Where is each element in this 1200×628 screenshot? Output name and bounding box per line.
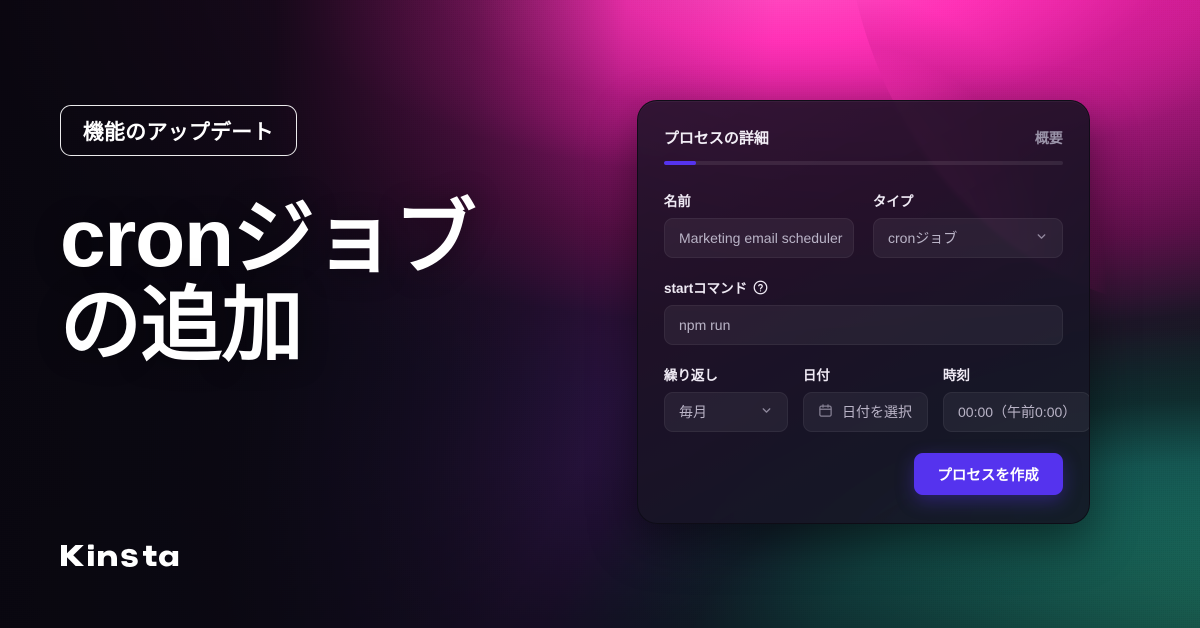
start-command-field-group: startコマンド npm run (664, 277, 1063, 345)
kinsta-wordmark-icon (61, 544, 179, 567)
name-input[interactable]: Marketing email scheduler (664, 218, 854, 258)
date-picker[interactable]: 日付を選択 (803, 392, 928, 432)
help-circle-icon[interactable] (753, 280, 768, 295)
type-select-value: cronジョブ (888, 230, 958, 246)
type-field-group: タイプ cronジョブ (873, 190, 1063, 258)
headline-line-2: の追加 (60, 279, 304, 371)
calendar-icon (818, 403, 833, 421)
card-title: プロセスの詳細 (664, 130, 770, 147)
start-command-input[interactable]: npm run (664, 305, 1063, 345)
progress-bar-fill (664, 161, 696, 165)
process-details-card: プロセスの詳細 概要 名前 Marketing email scheduler … (637, 100, 1090, 524)
page-title: cronジョブ の追加 (60, 193, 476, 371)
card-header: プロセスの詳細 概要 (664, 127, 1063, 148)
date-field-group: 日付 日付を選択 (803, 364, 928, 432)
repeat-select[interactable]: 毎月 (664, 392, 788, 432)
card-actions: プロセスを作成 (664, 453, 1063, 495)
time-field-group: 時刻 00:00（午前0:00） (943, 364, 1089, 432)
progress-bar (664, 161, 1063, 165)
type-select[interactable]: cronジョブ (873, 218, 1063, 258)
name-label: 名前 (664, 194, 691, 209)
date-label: 日付 (803, 368, 830, 383)
kinsta-logo: Kinsta (60, 535, 210, 569)
type-label: タイプ (873, 194, 914, 209)
start-command-label-text: startコマンド (664, 281, 748, 296)
chevron-down-icon (1035, 230, 1048, 246)
repeat-select-value: 毎月 (679, 404, 707, 420)
date-picker-value: 日付を選択 (842, 404, 912, 420)
repeat-label: 繰り返し (664, 368, 718, 383)
feature-update-badge: 機能のアップデート (60, 105, 297, 156)
name-field-group: 名前 Marketing email scheduler (664, 190, 854, 258)
headline-line-1: cronジョブ (60, 193, 476, 284)
create-process-button[interactable]: プロセスを作成 (913, 453, 1063, 495)
schedule-row: 繰り返し 毎月 日付 日付を選択 時刻 00:00（午前0:00） (664, 364, 1089, 432)
time-label: 時刻 (943, 368, 970, 383)
time-input[interactable]: 00:00（午前0:00） (943, 392, 1089, 432)
name-type-row: 名前 Marketing email scheduler タイプ cronジョブ (664, 190, 1063, 258)
promo-banner: 機能のアップデート cronジョブ の追加 プロセスの詳細 概要 名前 Mark… (0, 0, 1200, 628)
repeat-field-group: 繰り返し 毎月 (664, 364, 788, 432)
start-command-label: startコマンド (664, 277, 1063, 297)
overview-link[interactable]: 概要 (1035, 128, 1063, 148)
hero-text-column: 機能のアップデート cronジョブ の追加 (60, 0, 620, 628)
chevron-down-icon (760, 404, 773, 420)
